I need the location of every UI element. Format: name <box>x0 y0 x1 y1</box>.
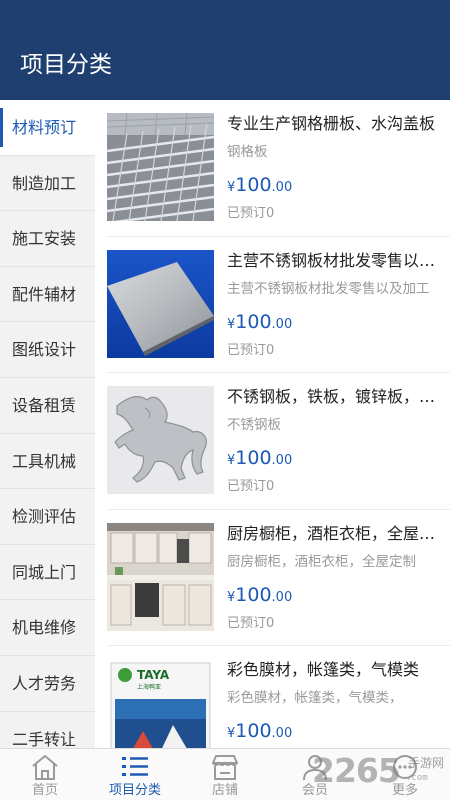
bottom-tab-bar: 首页 项目分类 店铺 会员 更多 <box>0 748 450 800</box>
booked-count: 已预订0 <box>227 206 275 221</box>
product-card[interactable]: 不锈钢板，铁板，镀锌板，铝板 不锈钢板 ¥100.00 已预订0 <box>95 373 450 510</box>
product-price: ¥100.00 <box>227 718 292 747</box>
product-price: ¥100.00 <box>227 445 292 474</box>
price-decimal: .00 <box>271 589 293 605</box>
tab-categories[interactable]: 项目分类 <box>90 749 180 800</box>
home-icon <box>32 755 58 780</box>
price-decimal: .00 <box>271 453 293 468</box>
tab-label: 店铺 <box>211 783 238 798</box>
product-card[interactable]: 主营不锈钢板材批发零售以及加工 主营不锈钢板材批发零售以及加工 ¥100.00 … <box>95 237 450 374</box>
price-integer: 100 <box>235 720 272 742</box>
sidebar-item-drawing-design[interactable]: 图纸设计 <box>0 322 95 378</box>
steel-grating-image <box>107 113 214 221</box>
sidebar-item-labor[interactable]: 人才劳务 <box>0 656 95 712</box>
page-title: 项目分类 <box>20 52 112 78</box>
product-subtitle: 彩色膜材，帐篷类，气模类， <box>227 690 403 706</box>
sidebar-item-equipment-rental[interactable]: 设备租赁 <box>0 378 95 434</box>
product-card[interactable]: 厨房橱柜，酒柜衣柜，全屋定制 厨房橱柜，酒柜衣柜，全屋定制 ¥100.00 已预… <box>95 510 450 647</box>
sidebar-item-tools-machinery[interactable]: 工具机械 <box>0 434 95 490</box>
product-card[interactable]: TAYA 上海鸭亚 彩色膜材，帐篷类，气模类 彩色膜材，帐篷类，气模类， ¥10… <box>95 646 450 748</box>
price-integer: 100 <box>235 310 272 333</box>
product-subtitle: 厨房橱柜，酒柜衣柜，全屋定制 <box>227 553 416 570</box>
booked-count: 已预订0 <box>227 615 275 631</box>
list-icon <box>122 757 148 776</box>
price-integer: 100 <box>235 583 272 606</box>
price-decimal: .00 <box>271 316 293 332</box>
booked-count: 已预订0 <box>227 342 275 358</box>
product-subtitle: 不锈钢板 <box>227 417 281 433</box>
price-decimal: .00 <box>271 726 293 741</box>
kitchen-cabinet-image <box>107 522 214 631</box>
tab-label: 会员 <box>301 783 328 798</box>
tab-home[interactable]: 首页 <box>0 749 90 800</box>
product-subtitle: 钢格板 <box>227 144 268 160</box>
product-price: ¥100.00 <box>227 309 292 338</box>
brochure-cn: 上海鸭亚 <box>137 683 161 691</box>
header-bar: 项目分类 <box>0 0 450 100</box>
booked-count: 已预订0 <box>227 479 275 494</box>
product-subtitle: 主营不锈钢板材批发零售以及加工 <box>227 280 430 297</box>
tab-more[interactable]: 更多 <box>360 749 450 800</box>
category-sidebar[interactable]: 材料预订 制造加工 施工安装 配件辅材 图纸设计 设备租赁 工具机械 检测评估 … <box>0 100 95 748</box>
product-title: 厨房橱柜，酒柜衣柜，全屋定制 <box>227 523 437 543</box>
sidebar-item-second-hand[interactable]: 二手转让 <box>0 712 95 748</box>
sidebar-item-accessories[interactable]: 配件辅材 <box>0 267 95 323</box>
stainless-plate-image <box>107 249 214 358</box>
price-decimal: .00 <box>271 180 293 195</box>
product-title: 彩色膜材，帐篷类，气模类 <box>227 660 420 679</box>
more-icon <box>393 755 417 779</box>
price-integer: 100 <box>235 447 272 469</box>
sidebar-item-materials[interactable]: 材料预订 <box>0 100 95 156</box>
tab-label: 首页 <box>31 783 58 798</box>
sidebar-item-manufacturing[interactable]: 制造加工 <box>0 156 95 212</box>
price-integer: 100 <box>235 174 272 196</box>
sidebar-item-inspection[interactable]: 检测评估 <box>0 489 95 545</box>
sidebar-item-local-service[interactable]: 同城上门 <box>0 545 95 601</box>
app-screen: 项目分类 材料预订 制造加工 施工安装 配件辅材 图纸设计 设备租赁 工具机械 … <box>0 0 450 800</box>
product-list[interactable]: 专业生产钢格栅板、水沟盖板 钢格板 ¥100.00 已预订0 主营不锈钢板材批发… <box>95 100 450 748</box>
membrane-brochure-image: TAYA 上海鸭亚 <box>107 659 214 748</box>
sidebar-item-installation[interactable]: 施工安装 <box>0 211 95 267</box>
product-price: ¥100.00 <box>227 172 292 201</box>
sidebar-item-electromechanical[interactable]: 机电维修 <box>0 600 95 656</box>
product-title: 不锈钢板，铁板，镀锌板，铝板 <box>227 387 437 406</box>
product-title: 主营不锈钢板材批发零售以及加工 <box>227 250 437 270</box>
tab-label: 更多 <box>391 783 418 798</box>
product-card[interactable]: 专业生产钢格栅板、水沟盖板 钢格板 ¥100.00 已预订0 <box>95 100 450 237</box>
tab-label: 项目分类 <box>108 783 161 798</box>
store-icon <box>212 755 238 780</box>
tab-store[interactable]: 店铺 <box>180 749 270 800</box>
product-title: 专业生产钢格栅板、水沟盖板 <box>227 114 436 133</box>
brochure-brand: TAYA <box>137 668 170 682</box>
horse-cutout-image <box>107 386 214 494</box>
product-price: ¥100.00 <box>227 582 292 611</box>
user-icon <box>303 755 327 781</box>
tab-member[interactable]: 会员 <box>270 749 360 800</box>
